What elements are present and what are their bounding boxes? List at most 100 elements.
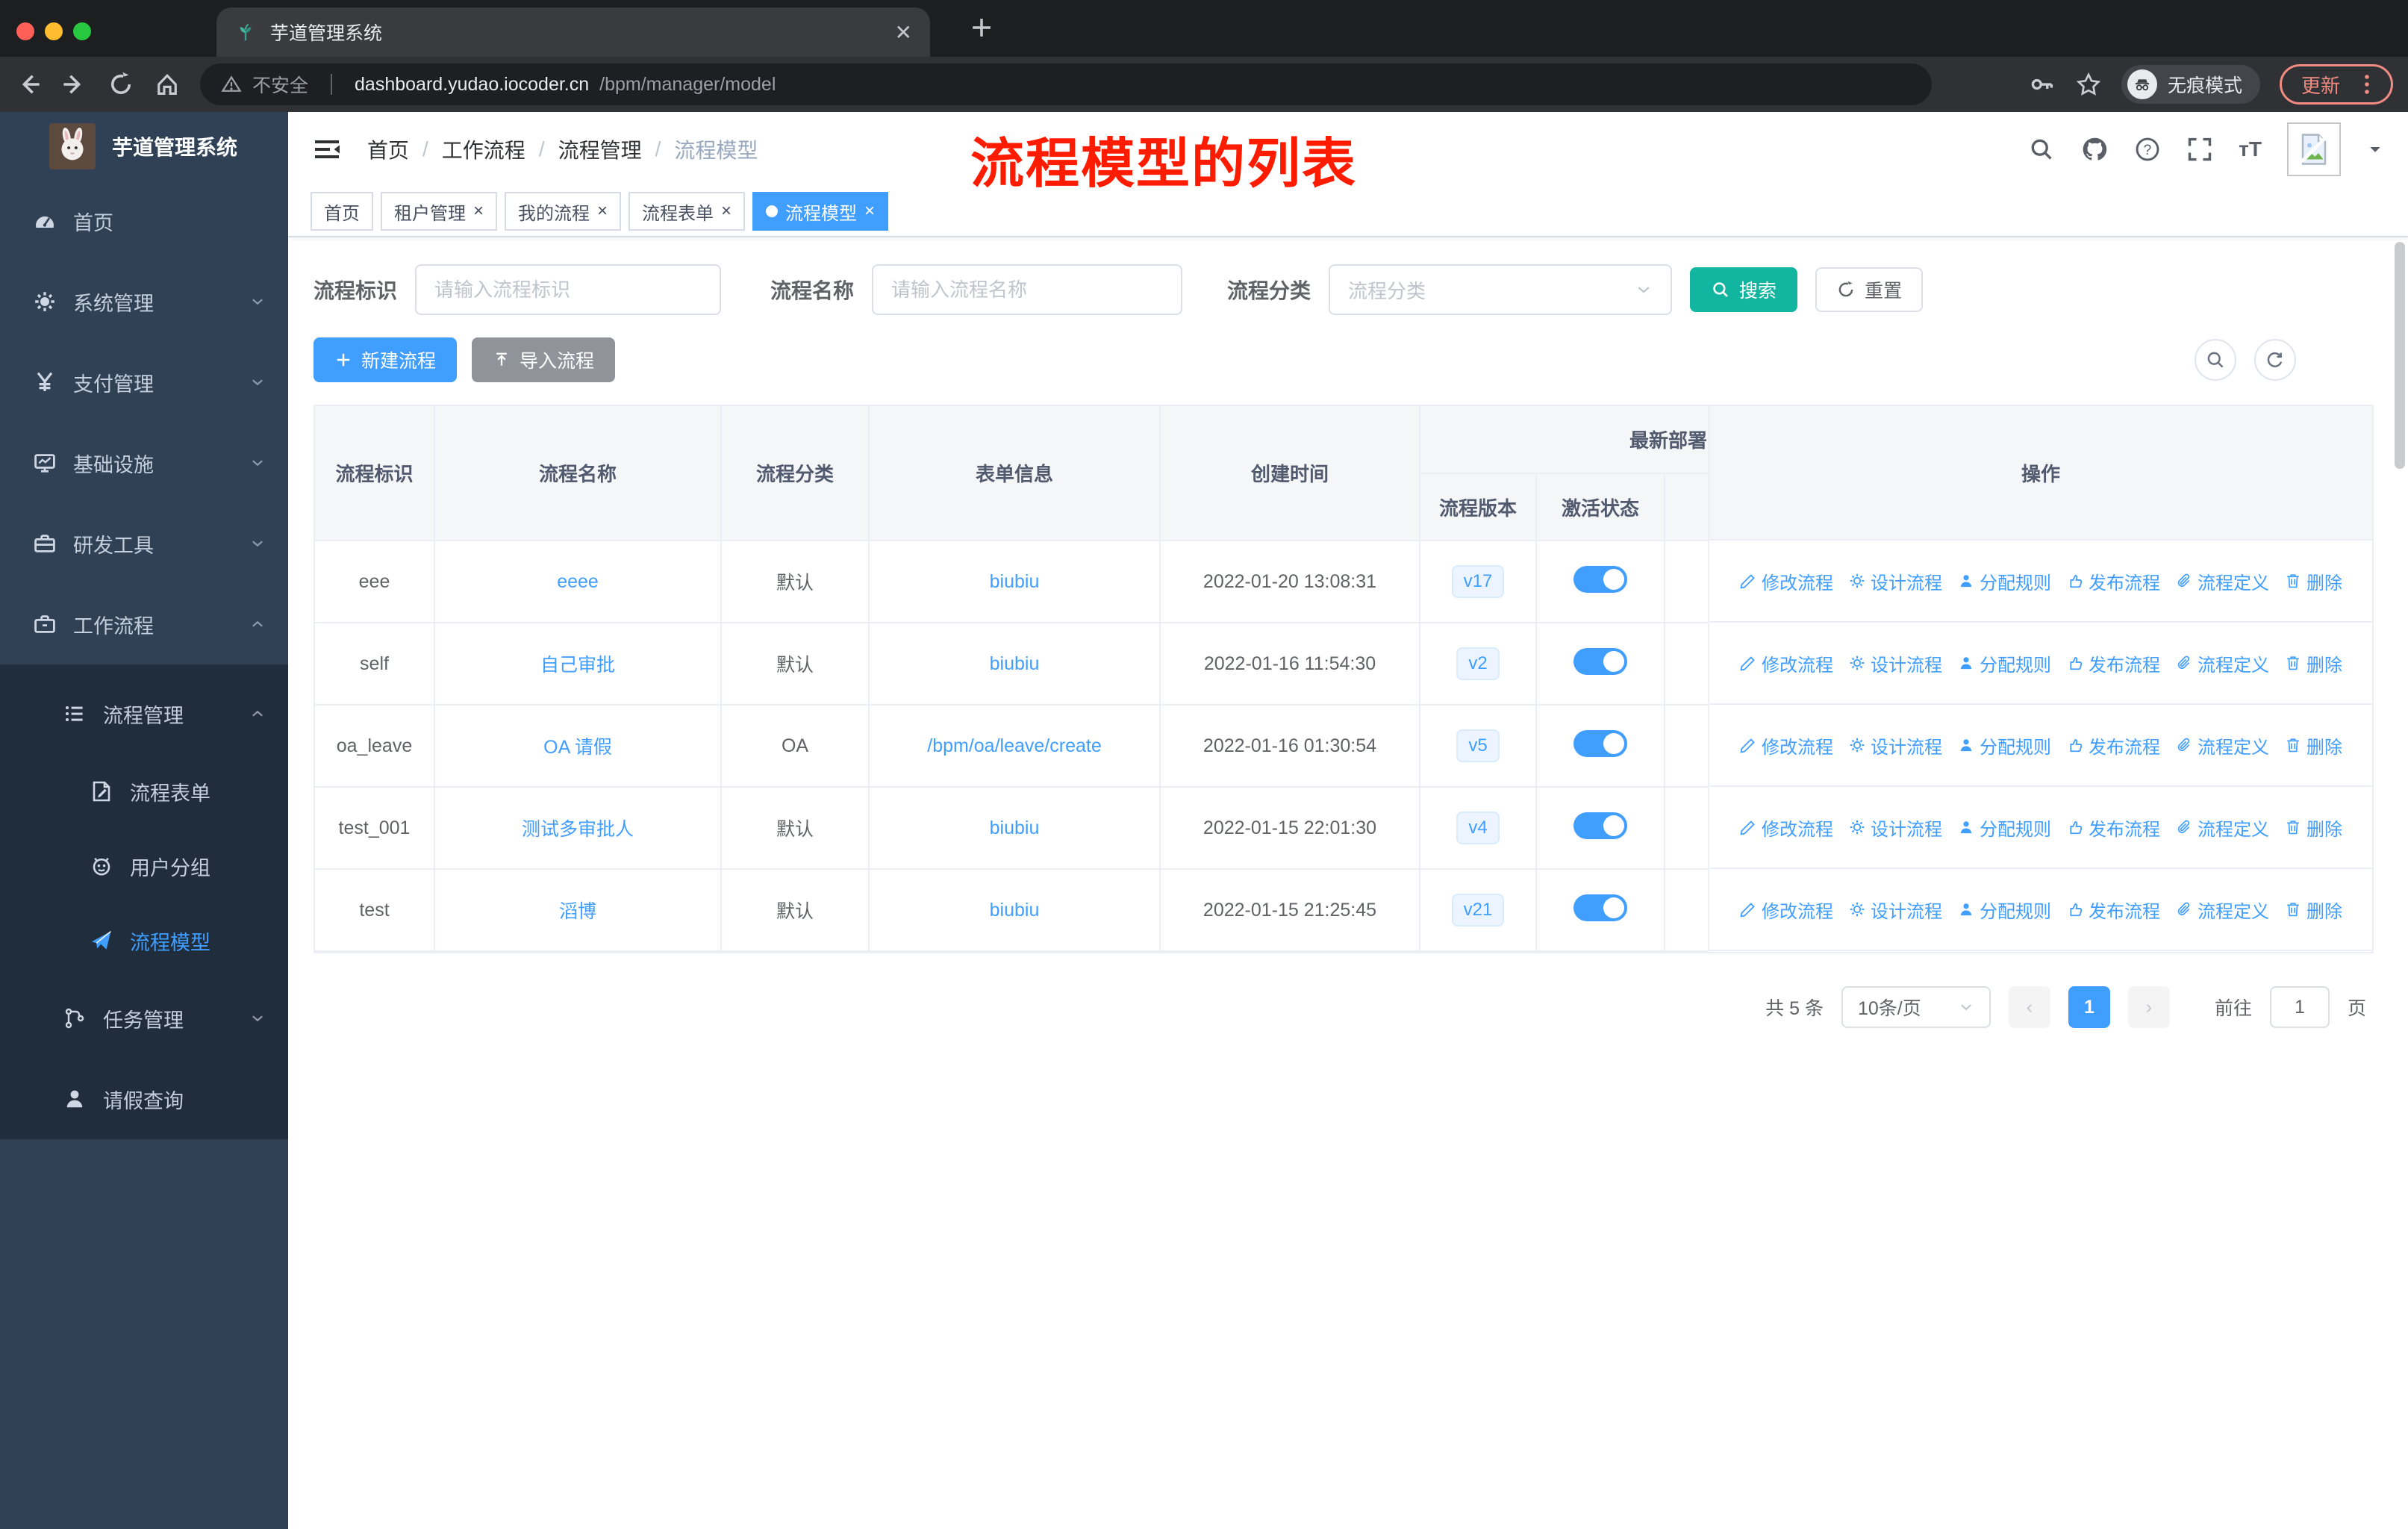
- form-info-link[interactable]: biubiu: [990, 818, 1040, 838]
- status-toggle[interactable]: [1573, 729, 1627, 757]
- version-badge[interactable]: v5: [1456, 729, 1500, 762]
- close-icon[interactable]: ×: [597, 201, 608, 222]
- hamburger-icon[interactable]: [312, 134, 342, 164]
- tag-tenant[interactable]: 租户管理 ×: [381, 192, 498, 231]
- status-toggle[interactable]: [1573, 647, 1627, 675]
- action-edit-link[interactable]: 修改流程: [1739, 815, 1833, 841]
- sidebar-item-payment[interactable]: 支付管理: [0, 342, 288, 423]
- window-minimize-button[interactable]: [45, 22, 63, 40]
- version-badge[interactable]: v17: [1451, 565, 1505, 598]
- action-definition-link[interactable]: 流程定义: [2175, 568, 2269, 594]
- tag-process-form[interactable]: 流程表单 ×: [628, 192, 746, 231]
- form-info-link[interactable]: biubiu: [990, 900, 1040, 921]
- github-icon[interactable]: [2080, 135, 2109, 164]
- action-publish-link[interactable]: 发布流程: [2066, 568, 2160, 594]
- window-close-button[interactable]: [16, 22, 34, 40]
- address-bar[interactable]: 不安全 dashboard.yudao.iocoder.cn/bpm/manag…: [200, 63, 1932, 105]
- search-icon[interactable]: [2028, 136, 2055, 163]
- sidebar-item-user-group[interactable]: 用户分组: [0, 829, 288, 903]
- action-assign-link[interactable]: 分配规则: [1957, 650, 2051, 676]
- process-name-link[interactable]: eeee: [557, 571, 599, 592]
- page-size-select[interactable]: 10条/页: [1841, 986, 1991, 1028]
- form-info-link[interactable]: /bpm/oa/leave/create: [927, 735, 1101, 756]
- version-badge[interactable]: v2: [1456, 647, 1500, 680]
- action-definition-link[interactable]: 流程定义: [2175, 897, 2269, 923]
- process-name-link[interactable]: OA 请假: [543, 737, 612, 758]
- caret-down-icon[interactable]: [2366, 140, 2384, 158]
- action-assign-link[interactable]: 分配规则: [1957, 897, 2051, 923]
- action-delete-link[interactable]: 删除: [2284, 650, 2342, 676]
- action-design-link[interactable]: 设计流程: [1848, 568, 1942, 594]
- action-delete-link[interactable]: 删除: [2284, 897, 2342, 923]
- search-button[interactable]: 搜索: [1690, 267, 1798, 312]
- action-design-link[interactable]: 设计流程: [1848, 650, 1942, 676]
- close-icon[interactable]: ×: [864, 201, 875, 222]
- action-definition-link[interactable]: 流程定义: [2175, 732, 2269, 759]
- action-definition-link[interactable]: 流程定义: [2175, 815, 2269, 841]
- tag-my-process[interactable]: 我的流程 ×: [505, 192, 622, 231]
- sidebar-item-system[interactable]: 系统管理: [0, 261, 288, 342]
- scrollbar-thumb[interactable]: [2395, 242, 2405, 469]
- status-toggle[interactable]: [1573, 565, 1627, 593]
- process-name-link[interactable]: 自己审批: [540, 655, 615, 676]
- import-process-button[interactable]: 导入流程: [472, 337, 616, 382]
- breadcrumb-item[interactable]: 流程管理: [558, 134, 642, 164]
- close-icon[interactable]: ×: [721, 201, 732, 222]
- breadcrumb-item[interactable]: 首页: [367, 134, 409, 164]
- create-process-button[interactable]: 新建流程: [314, 337, 458, 382]
- browser-menu-icon[interactable]: [2356, 72, 2377, 96]
- version-badge[interactable]: v21: [1451, 894, 1505, 927]
- status-toggle[interactable]: [1573, 812, 1627, 839]
- browser-tab[interactable]: 芋道管理系统 ✕: [216, 7, 930, 57]
- breadcrumb-item[interactable]: 工作流程: [442, 134, 525, 164]
- update-button[interactable]: 更新: [2279, 64, 2393, 105]
- action-publish-link[interactable]: 发布流程: [2066, 732, 2160, 759]
- process-name-link[interactable]: 测试多审批人: [522, 819, 634, 840]
- sidebar-item-infra[interactable]: 基础设施: [0, 423, 288, 503]
- action-publish-link[interactable]: 发布流程: [2066, 650, 2160, 676]
- sidebar-item-devtools[interactable]: 研发工具: [0, 503, 288, 584]
- form-info-link[interactable]: biubiu: [990, 571, 1040, 592]
- status-toggle[interactable]: [1573, 894, 1627, 921]
- sidebar-item-process-model[interactable]: 流程模型: [0, 903, 288, 978]
- page-button-1[interactable]: 1: [2068, 986, 2110, 1028]
- security-label[interactable]: 不安全: [252, 71, 308, 98]
- tag-process-model[interactable]: 流程模型 ×: [752, 192, 889, 231]
- key-icon[interactable]: [2029, 71, 2056, 98]
- refresh-table-button[interactable]: [2254, 339, 2296, 381]
- action-delete-link[interactable]: 删除: [2284, 732, 2342, 759]
- sidebar-item-workflow[interactable]: 工作流程: [0, 584, 288, 664]
- tag-home[interactable]: 首页: [311, 192, 373, 231]
- back-icon[interactable]: [15, 71, 42, 98]
- action-publish-link[interactable]: 发布流程: [2066, 897, 2160, 923]
- sidebar-item-process-management[interactable]: 流程管理: [0, 673, 288, 754]
- avatar[interactable]: [2287, 122, 2341, 176]
- sidebar-item-process-form[interactable]: 流程表单: [0, 754, 288, 829]
- action-design-link[interactable]: 设计流程: [1848, 815, 1942, 841]
- action-assign-link[interactable]: 分配规则: [1957, 568, 2051, 594]
- action-edit-link[interactable]: 修改流程: [1739, 732, 1833, 759]
- help-icon[interactable]: ?: [2134, 136, 2161, 163]
- action-edit-link[interactable]: 修改流程: [1739, 897, 1833, 923]
- goto-page-input[interactable]: [2269, 986, 2330, 1028]
- process-name-link[interactable]: 滔博: [559, 901, 596, 922]
- action-edit-link[interactable]: 修改流程: [1739, 650, 1833, 676]
- filter-name-input[interactable]: [872, 264, 1183, 315]
- window-zoom-button[interactable]: [73, 22, 91, 40]
- filter-id-input[interactable]: [415, 264, 722, 315]
- form-info-link[interactable]: biubiu: [990, 653, 1040, 674]
- sidebar-item-home[interactable]: 首页: [0, 181, 288, 261]
- toggle-search-button[interactable]: [2195, 339, 2236, 381]
- sidebar-item-leave-query[interactable]: 请假查询: [0, 1059, 288, 1139]
- action-design-link[interactable]: 设计流程: [1848, 732, 1942, 759]
- action-edit-link[interactable]: 修改流程: [1739, 568, 1833, 594]
- forward-icon[interactable]: [61, 71, 88, 98]
- reload-icon[interactable]: [107, 71, 134, 98]
- close-icon[interactable]: ×: [473, 201, 484, 222]
- action-publish-link[interactable]: 发布流程: [2066, 815, 2160, 841]
- action-definition-link[interactable]: 流程定义: [2175, 650, 2269, 676]
- new-tab-button[interactable]: [967, 13, 996, 42]
- action-delete-link[interactable]: 删除: [2284, 815, 2342, 841]
- action-assign-link[interactable]: 分配规则: [1957, 732, 2051, 759]
- prev-page-button[interactable]: ‹: [2008, 986, 2050, 1028]
